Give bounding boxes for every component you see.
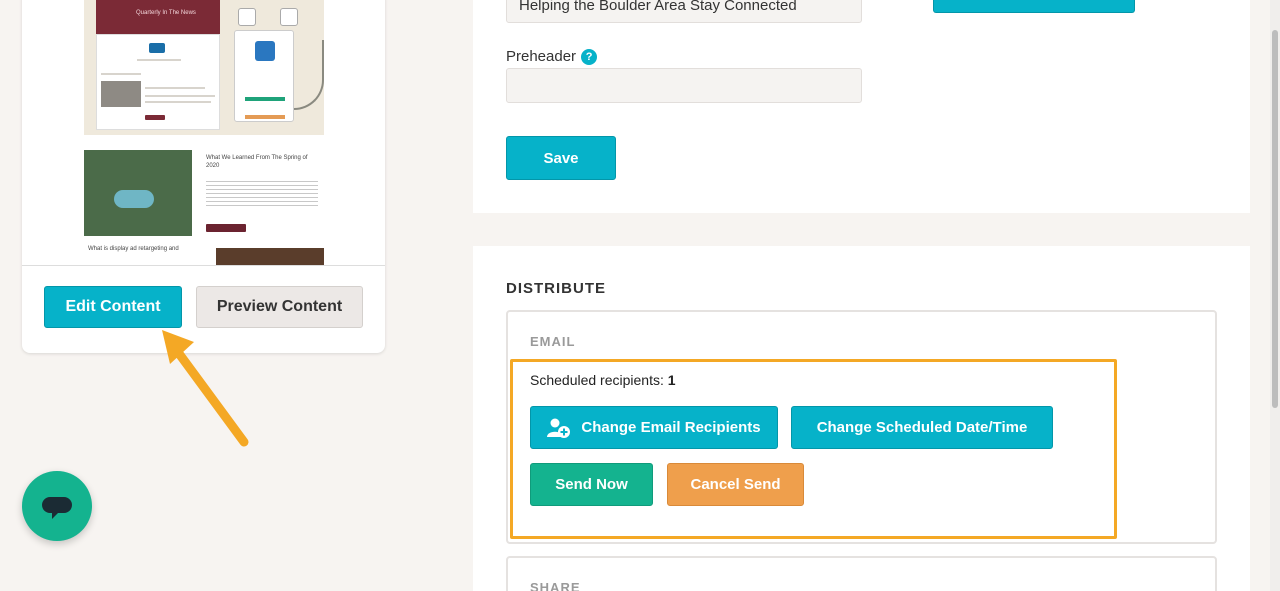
scheduled-recipients: Scheduled recipients: 1 — [530, 372, 676, 388]
scheduled-recipients-label: Scheduled recipients: — [530, 372, 664, 388]
thumbnail-app-icon — [238, 8, 256, 26]
cancel-send-button[interactable]: Cancel Send — [667, 463, 804, 506]
distribute-title: DISTRIBUTE — [506, 280, 606, 297]
share-section: SHARE — [506, 556, 1217, 591]
card-divider — [22, 265, 385, 266]
change-email-recipients-label: Change Email Recipients — [581, 419, 761, 436]
email-thumbnail: Quarterly In The News What We Learned Fr… — [84, 0, 324, 266]
thumbnail-article-title-2: What is display ad retargeting and — [88, 246, 179, 252]
send-now-button[interactable]: Send Now — [530, 463, 653, 506]
chat-launcher-button[interactable] — [22, 471, 92, 541]
thumbnail-logo — [149, 43, 165, 53]
preheader-label-text: Preheader — [506, 48, 577, 65]
email-settings-panel: Helping the Boulder Area Stay Connected … — [473, 0, 1250, 213]
thumbnail-line — [137, 59, 181, 61]
content-preview-card: Quarterly In The News What We Learned Fr… — [22, 0, 385, 353]
email-section-label: EMAIL — [530, 334, 576, 349]
thumbnail-article-title: What We Learned From The Spring of 2020 — [206, 155, 308, 169]
thumbnail-app-icon — [280, 8, 298, 26]
change-email-recipients-button[interactable]: Change Email Recipients — [530, 406, 778, 449]
thumbnail-read-more — [206, 224, 246, 232]
email-section: EMAIL Scheduled recipients: 1 Change Ema… — [506, 310, 1217, 544]
thumbnail-line — [145, 95, 215, 97]
preheader-label: Preheader ? — [506, 48, 598, 65]
preheader-input[interactable] — [506, 68, 862, 103]
thumbnail-article-text — [206, 178, 318, 208]
share-section-label: SHARE — [530, 580, 581, 591]
thumbnail-article-image — [216, 248, 324, 266]
thumbnail-header-area: Quarterly In The News — [84, 0, 324, 135]
thumbnail-phone-green-bar — [245, 97, 285, 101]
thumbnail-button — [145, 115, 165, 120]
scheduled-recipients-count: 1 — [667, 372, 676, 388]
thumbnail-line — [145, 101, 211, 103]
thumbnail-banner: Quarterly In The News — [96, 0, 220, 34]
thumbnail-articles: What We Learned From The Spring of 2020 … — [84, 142, 324, 266]
help-icon[interactable]: ? — [581, 48, 598, 65]
chat-bubble-icon — [42, 497, 72, 519]
thumbnail-phone — [234, 30, 294, 122]
thumbnail-line — [145, 87, 205, 89]
thumbnail-phone-logo — [255, 41, 275, 61]
subject-field[interactable]: Helping the Boulder Area Stay Connected — [506, 0, 862, 23]
annotation-arrow-icon — [162, 330, 249, 447]
thumbnail-newsletter — [96, 34, 220, 130]
scrollbar-thumb[interactable] — [1272, 30, 1278, 408]
thumbnail-house-image — [101, 81, 141, 107]
thumbnail-phone-orange-bar — [245, 115, 285, 119]
thumbnail-pool-image — [84, 150, 192, 236]
top-action-button[interactable] — [933, 0, 1135, 13]
thumbnail-line — [101, 73, 141, 75]
change-scheduled-date-button[interactable]: Change Scheduled Date/Time — [791, 406, 1053, 449]
save-button[interactable]: Save — [506, 136, 616, 180]
add-user-icon — [547, 418, 571, 438]
distribute-panel: DISTRIBUTE EMAIL Scheduled recipients: 1… — [473, 246, 1250, 591]
